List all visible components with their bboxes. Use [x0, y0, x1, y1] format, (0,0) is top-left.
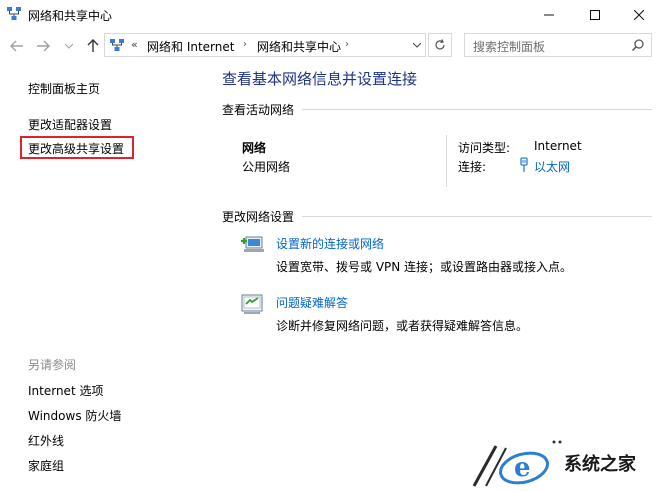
search-placeholder[interactable]: 搜索控制面板 [473, 38, 545, 55]
svg-text:e: e [514, 453, 531, 483]
breadcrumb-network-sharing-center[interactable]: 网络和共享中心 [257, 38, 341, 55]
maximize-icon [590, 9, 600, 20]
breadcrumb-network-internet[interactable]: 网络和 Internet [147, 38, 234, 55]
see-also-infrared[interactable]: 红外线 [28, 432, 64, 449]
connections-label: 连接: [458, 160, 487, 174]
setup-new-connection-description: 设置宽带、拨号或 VPN 连接；或设置路由器或接入点。 [276, 260, 573, 274]
change-network-settings-heading: 更改网络设置 [222, 210, 295, 224]
arrow-right-icon [37, 40, 50, 52]
network-name: 网络 [242, 141, 267, 155]
minimize-icon [544, 14, 554, 15]
refresh-icon [435, 39, 445, 50]
sidebar-link-change-adapter-settings[interactable]: 更改适配器设置 [28, 116, 112, 133]
page-title: 查看基本网络信息并设置连接 [222, 70, 418, 88]
address-dropdown-button[interactable] [410, 38, 424, 52]
arrow-up-icon [87, 39, 99, 52]
back-button[interactable] [8, 37, 26, 55]
window-title: 网络和共享中心 [28, 9, 113, 23]
network-location-icon [110, 39, 124, 51]
troubleshoot-problems-description: 诊断并修复网络问题，或者获得疑难解答信息。 [276, 319, 529, 333]
active-networks-heading: 查看活动网络 [222, 103, 295, 117]
maximize-button[interactable] [572, 0, 618, 29]
new-connection-icon[interactable] [240, 232, 264, 256]
see-also-windows-firewall[interactable]: Windows 防火墙 [28, 407, 121, 424]
arrow-left-icon [10, 40, 23, 52]
refresh-button[interactable] [428, 33, 452, 57]
see-also-internet-options[interactable]: Internet 选项 [28, 382, 103, 399]
up-button[interactable] [84, 37, 102, 55]
troubleshoot-icon[interactable] [240, 292, 264, 316]
breadcrumb-overflow[interactable]: « [131, 38, 138, 51]
forward-button[interactable] [34, 37, 52, 55]
title-bar: 网络和共享中心 [0, 0, 662, 29]
watermark-logo: e [472, 440, 562, 487]
troubleshoot-problems-link[interactable]: 问题疑难解答 [276, 294, 348, 311]
watermark-text: 系统之家 [564, 454, 636, 475]
close-button[interactable] [616, 0, 662, 29]
access-type-label: 访问类型: [458, 141, 511, 155]
navigation-bar: « 网络和 Internet › 网络和共享中心 › 搜索控制面板 [0, 29, 662, 63]
address-bar[interactable]: « 网络和 Internet › 网络和共享中心 › [104, 33, 426, 57]
vertical-divider [446, 135, 447, 187]
access-type-value: Internet [534, 139, 582, 153]
breadcrumb-arrow-icon[interactable]: › [345, 39, 349, 50]
site-watermark: e 系统之家 [466, 438, 662, 491]
chevron-down-icon [413, 42, 421, 48]
section-divider [302, 109, 652, 110]
minimize-button[interactable] [526, 0, 572, 29]
ethernet-icon [520, 157, 528, 172]
see-also-homegroup[interactable]: 家庭组 [28, 457, 64, 474]
sidebar-link-control-panel-home[interactable]: 控制面板主页 [28, 80, 100, 97]
section-divider [302, 216, 652, 217]
ethernet-connection-link[interactable]: 以太网 [534, 158, 570, 175]
setup-new-connection-link[interactable]: 设置新的连接或网络 [276, 235, 384, 252]
network-category[interactable]: 公用网络 [242, 158, 290, 175]
close-icon [634, 9, 644, 20]
network-center-icon [7, 7, 21, 20]
breadcrumb-arrow-icon[interactable]: › [243, 39, 247, 50]
sidebar-link-change-advanced-sharing[interactable]: 更改高级共享设置 [28, 140, 124, 157]
chevron-down-icon [65, 43, 73, 49]
search-box[interactable]: 搜索控制面板 [464, 33, 652, 57]
search-icon[interactable] [631, 38, 645, 52]
recent-locations-button[interactable] [60, 37, 78, 55]
see-also-heading: 另请参阅 [28, 358, 77, 372]
